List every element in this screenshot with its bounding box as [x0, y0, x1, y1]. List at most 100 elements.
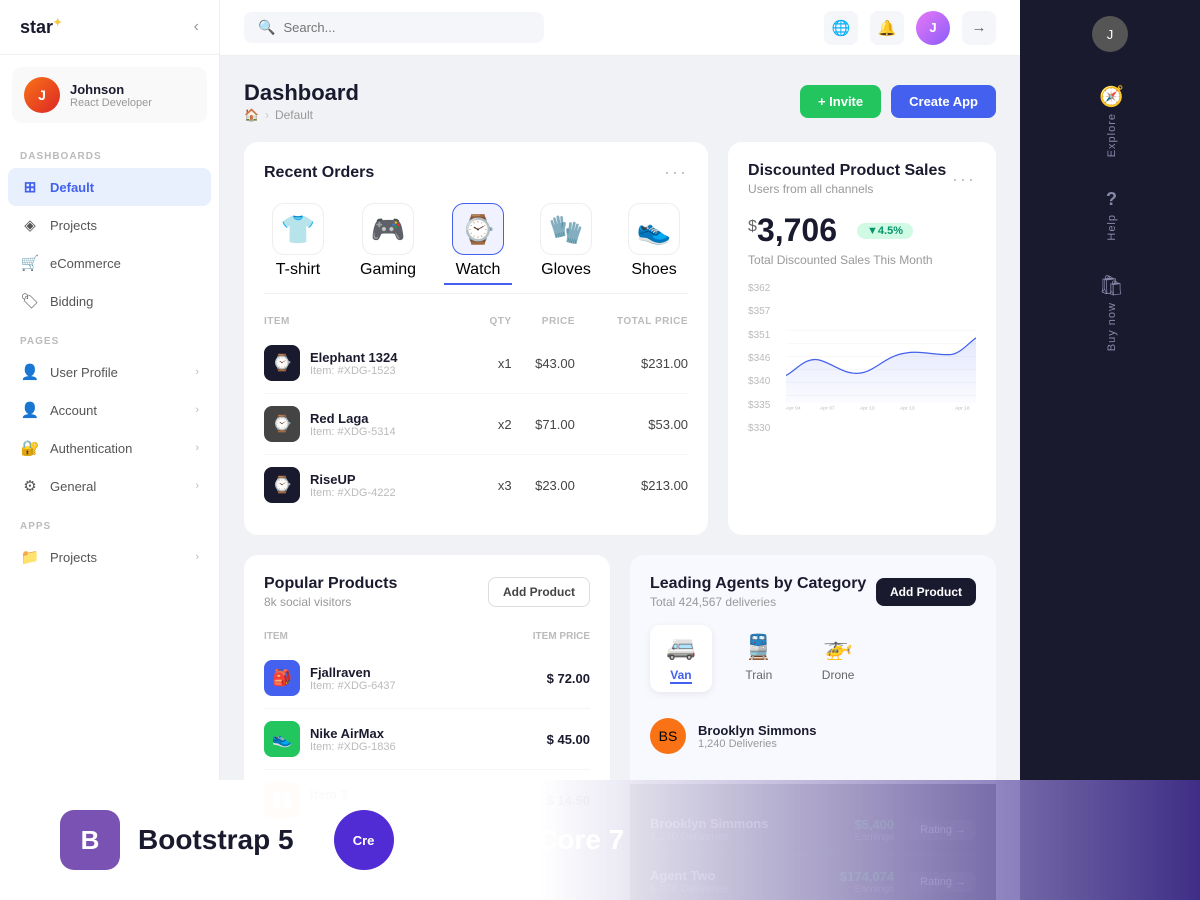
grid-icon: ⊞ [20, 177, 40, 197]
sidebar-item-bidding[interactable]: 🏷 Bidding [0, 282, 219, 320]
order-tab-gloves[interactable]: 🧤 Gloves [532, 199, 600, 285]
item-name: RiseUP [310, 472, 396, 487]
y-label: $346 [748, 353, 770, 364]
col-item: ITEM [264, 310, 476, 333]
bootstrap-badge: B [60, 810, 120, 870]
item-total: $53.00 [575, 394, 688, 455]
chart-svg: Apr 04 Apr 07 Apr 10 Apr 13 Apr 18 [786, 283, 976, 453]
gaming-tab-icon: 🎮 [362, 203, 414, 255]
search-icon: 🔍 [258, 19, 275, 36]
breadcrumb-home-icon: 🏠 [244, 108, 259, 122]
shoes-tab-icon: 👟 [628, 203, 680, 255]
tshirt-tab-icon: 👕 [272, 203, 324, 255]
watch-tab-label: Watch [456, 261, 501, 279]
agents-tab-drone[interactable]: 🚁 Drone [806, 625, 871, 692]
y-label: $340 [748, 376, 770, 387]
right-panel-avatar[interactable]: J [1092, 16, 1128, 52]
svg-text:Apr 04: Apr 04 [786, 405, 801, 411]
agent-name: Brooklyn Simmons [698, 723, 976, 738]
order-tab-watch[interactable]: ⌚ Watch [444, 199, 512, 285]
item-price: $43.00 [512, 333, 575, 394]
recent-orders-header: Recent Orders ··· [264, 162, 688, 183]
general-icon: ⚙ [20, 476, 40, 496]
right-panel-buy-now[interactable]: 🛍 Buy now [1020, 257, 1200, 367]
discounted-sales-subtitle: Users from all channels [748, 182, 946, 196]
page-actions: + Invite Create App [800, 85, 996, 118]
discounted-sales-menu-icon[interactable]: ··· [952, 169, 976, 190]
topbar-arrow-icon[interactable]: → [962, 11, 996, 45]
recent-orders-menu-icon[interactable]: ··· [664, 162, 688, 183]
right-panel-explore[interactable]: 🧭 Explore [1020, 68, 1200, 173]
item-thumb: ⌚ [264, 406, 300, 442]
create-app-button[interactable]: Create App [891, 85, 996, 118]
topbar-notification-icon[interactable]: 🔔 [870, 11, 904, 45]
topbar-avatar[interactable]: J [916, 11, 950, 45]
chart-y-labels: $362 $357 $351 $346 $340 $335 $330 [748, 283, 770, 434]
sales-badge: ▼4.5% [857, 223, 913, 239]
sales-chart: $362 $357 $351 $346 $340 $335 $330 [748, 283, 976, 458]
order-tab-gaming[interactable]: 🎮 Gaming [352, 199, 424, 285]
sidebar-item-account[interactable]: 👤 Account › [0, 391, 219, 429]
right-panel-help[interactable]: ? Help [1020, 173, 1200, 257]
add-product-button[interactable]: Add Product [488, 577, 590, 607]
van-icon: 🚐 [666, 633, 696, 662]
table-row: ⌚ RiseUP Item: #XDG-4222 x3 $23.00 $213.… [264, 455, 688, 516]
sidebar-item-default[interactable]: ⊞ Default [8, 168, 211, 206]
col-price: PRICE [512, 310, 575, 333]
sidebar-item-authentication[interactable]: 🔐 Authentication › [0, 429, 219, 467]
chevron-down-icon: › [195, 480, 199, 492]
y-label: $351 [748, 330, 770, 341]
help-icon: ? [1106, 189, 1117, 210]
orders-table: ITEM QTY PRICE TOTAL PRICE ⌚ [264, 310, 688, 515]
order-tab-tshirt[interactable]: 👕 T-shirt [264, 199, 332, 285]
item-thumb: ⌚ [264, 345, 300, 381]
explore-icon: 🧭 [1099, 84, 1124, 109]
train-tab-label: Train [745, 668, 772, 682]
user-profile-icon: 👤 [20, 362, 40, 382]
discounted-sales-header: Discounted Product Sales Users from all … [748, 162, 976, 196]
sidebar-toggle-icon[interactable]: ‹ [194, 18, 199, 36]
order-tab-shoes[interactable]: 👟 Shoes [620, 199, 688, 285]
search-input[interactable] [283, 20, 530, 35]
sidebar-item-projects[interactable]: ◈ Projects [0, 206, 219, 244]
col-qty: QTY [476, 310, 511, 333]
svg-text:Apr 13: Apr 13 [900, 405, 915, 411]
topbar-globe-icon[interactable]: 🌐 [824, 11, 858, 45]
col-item: ITEM [264, 625, 491, 648]
y-label: $335 [748, 400, 770, 411]
avatar: J [24, 77, 60, 113]
sidebar-item-general[interactable]: ⚙ General › [0, 467, 219, 505]
search-box[interactable]: 🔍 [244, 12, 544, 43]
app-logo: star✦ [20, 16, 62, 38]
watch-tab-icon: ⌚ [452, 203, 504, 255]
agents-tab-van[interactable]: 🚐 Van [650, 625, 712, 692]
main-area: 🔍 🌐 🔔 J → Dashboard 🏠 › Default + Invite [220, 0, 1020, 900]
user-role: React Developer [70, 97, 152, 109]
pages-section-title: PAGES [0, 320, 219, 353]
shoes-tab-label: Shoes [631, 261, 676, 279]
item-qty: x1 [476, 333, 511, 394]
recent-orders-title: Recent Orders [264, 164, 374, 182]
product-price: $ 45.00 [491, 709, 590, 770]
chevron-down-icon: › [195, 366, 199, 378]
buy-now-label: Buy now [1106, 302, 1118, 351]
folder-icon: 📁 [20, 547, 40, 567]
bottom-overlay: B Bootstrap 5 Cre ASP.NET Core 7 [0, 780, 1200, 900]
user-name: Johnson [70, 82, 152, 97]
gloves-tab-icon: 🧤 [540, 203, 592, 255]
leading-agents-subtitle: Total 424,567 deliveries [650, 595, 866, 609]
invite-button[interactable]: + Invite [800, 85, 881, 118]
sidebar-item-user-profile[interactable]: 👤 User Profile › [0, 353, 219, 391]
discounted-sales-title: Discounted Product Sales [748, 162, 946, 180]
sidebar-item-apps-projects[interactable]: 📁 Projects › [0, 538, 219, 576]
topbar: 🔍 🌐 🔔 J → [220, 0, 1020, 56]
sidebar-item-ecommerce[interactable]: 🛒 eCommerce [0, 244, 219, 282]
table-row: ⌚ Elephant 1324 Item: #XDG-1523 x1 $43.0… [264, 333, 688, 394]
dashboards-section-title: DASHBOARDS [0, 135, 219, 168]
leading-agents-header: Leading Agents by Category Total 424,567… [650, 575, 976, 609]
account-icon: 👤 [20, 400, 40, 420]
agents-tab-train[interactable]: 🚆 Train [728, 625, 790, 692]
add-product-button-2[interactable]: Add Product [876, 578, 976, 606]
user-card[interactable]: J Johnson React Developer [12, 67, 207, 123]
item-name: Elephant 1324 [310, 350, 397, 365]
